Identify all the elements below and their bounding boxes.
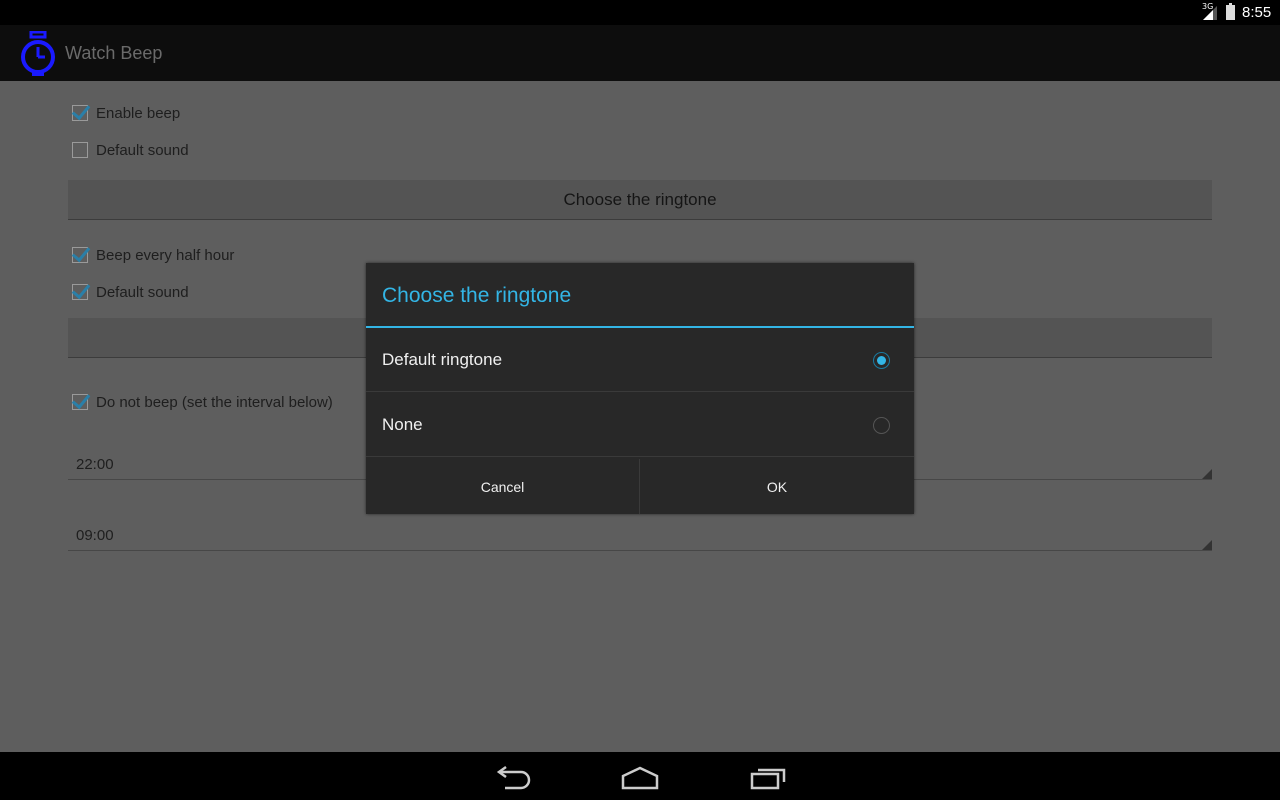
choose-ringtone-button[interactable]: Choose the ringtone [68, 180, 1212, 220]
enable-beep-label: Enable beep [96, 104, 181, 122]
default-sound-checkbox-1[interactable] [72, 142, 88, 158]
status-clock: 8:55 [1242, 4, 1272, 21]
enable-beep-checkbox[interactable] [72, 105, 88, 121]
navigation-bar [0, 752, 1280, 800]
app-title: Watch Beep [65, 43, 163, 63]
from-time-value: 22:00 [76, 456, 114, 473]
radio-selected-icon[interactable] [873, 352, 890, 369]
cancel-button[interactable]: Cancel [366, 459, 640, 514]
to-time-spinner[interactable]: 09:00 [68, 519, 1212, 551]
ringtone-dialog: Choose the ringtone Default ringtone Non… [366, 263, 914, 514]
action-bar: Watch Beep [0, 25, 1280, 81]
default-sound-row-2[interactable]: Default sound [72, 280, 189, 304]
beep-half-hour-label: Beep every half hour [96, 246, 235, 264]
default-sound-label-2: Default sound [96, 283, 189, 301]
beep-half-hour-checkbox[interactable] [72, 247, 88, 263]
dialog-button-bar: Cancel OK [366, 459, 914, 514]
do-not-beep-label: Do not beep (set the interval below) [96, 393, 333, 411]
signal-icon [1203, 6, 1217, 20]
ringtone-option-label: Default ringtone [382, 350, 503, 369]
default-sound-label-1: Default sound [96, 141, 189, 159]
default-sound-checkbox-2[interactable] [72, 284, 88, 300]
dialog-title: Choose the ringtone [382, 284, 572, 307]
do-not-beep-row[interactable]: Do not beep (set the interval below) [72, 390, 333, 414]
stopwatch-icon[interactable] [18, 31, 58, 77]
recent-apps-icon[interactable] [749, 764, 789, 790]
radio-unselected-icon[interactable] [873, 417, 890, 434]
do-not-beep-checkbox[interactable] [72, 394, 88, 410]
spinner-arrow-icon [1202, 469, 1212, 479]
home-icon[interactable] [620, 764, 660, 790]
back-icon[interactable] [493, 764, 533, 790]
battery-icon [1226, 3, 1235, 20]
beep-half-hour-row[interactable]: Beep every half hour [72, 243, 234, 267]
to-time-value: 09:00 [76, 527, 114, 544]
enable-beep-row[interactable]: Enable beep [72, 101, 180, 125]
default-sound-row-1[interactable]: Default sound [72, 138, 189, 162]
spinner-arrow-icon [1202, 540, 1212, 550]
status-bar: 3G 8:55 [0, 0, 1280, 25]
ok-button[interactable]: OK [640, 459, 914, 514]
ringtone-option-none[interactable]: None [366, 393, 914, 457]
ringtone-option-label: None [382, 415, 423, 434]
ringtone-option-default[interactable]: Default ringtone [366, 328, 914, 392]
